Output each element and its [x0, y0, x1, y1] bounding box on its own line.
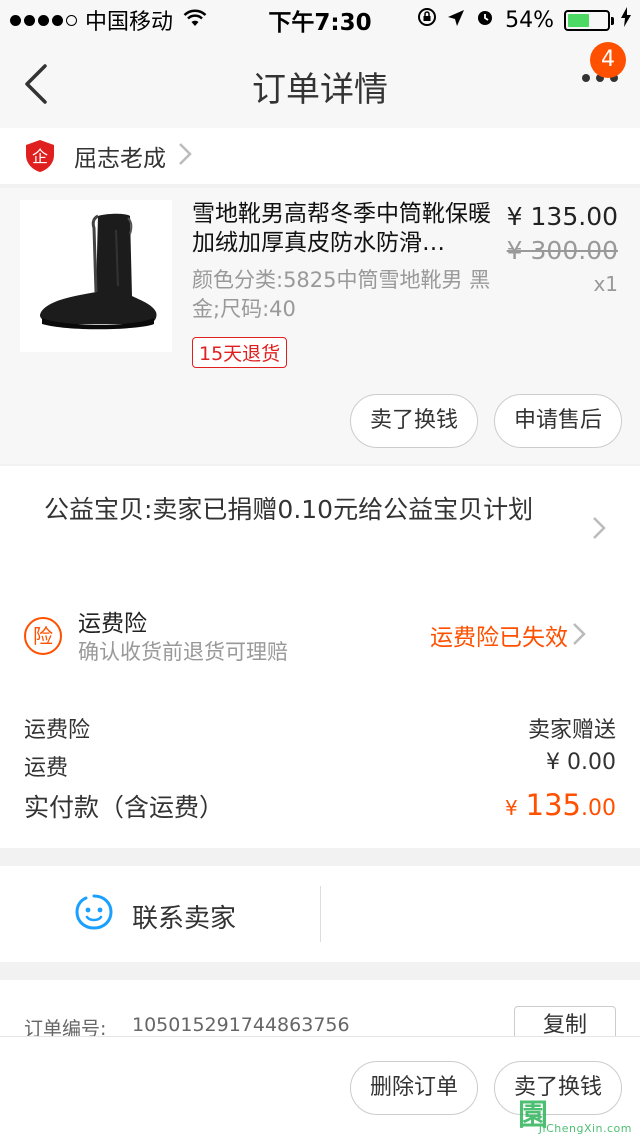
- more-dots-icon: [582, 74, 590, 82]
- location-icon: [447, 8, 465, 33]
- order-number: 105015291744863756: [132, 1014, 350, 1036]
- product-title[interactable]: 雪地靴男高帮冬季中筒靴保暖加绒加厚真皮防水防滑…: [192, 200, 492, 258]
- fee-summary: 运费险 卖家赠送 运费 ¥ 0.00 实付款（含运费） ¥ 135.00: [0, 686, 640, 848]
- divider: [320, 886, 321, 942]
- fee-value: 卖家赠送: [527, 718, 616, 743]
- svg-text:企: 企: [32, 147, 48, 166]
- fee-row-total: 实付款（含运费） ¥ 135.00: [24, 788, 616, 824]
- alarm-icon: [475, 7, 495, 33]
- contact-bar: 联系卖家: [0, 866, 640, 962]
- chevron-right-icon: [178, 142, 192, 170]
- sell-button[interactable]: 卖了换钱: [350, 394, 478, 448]
- status-bar: 中国移动 下午7:30 54%: [0, 0, 640, 40]
- fee-row-insurance: 运费险 卖家赠送: [24, 712, 616, 744]
- charity-text: 公益宝贝:卖家已捐赠0.10元给公益宝贝计划: [44, 495, 534, 524]
- product-price: ¥ 135.00: [506, 202, 618, 231]
- fee-row-shipping: 运费 ¥ 0.00: [24, 750, 616, 782]
- total-label: 实付款（含运费）: [24, 793, 225, 822]
- shop-row[interactable]: 企 屈志老成: [0, 128, 640, 184]
- return-policy-tag: 15天退货: [192, 337, 288, 368]
- page-title: 订单详情: [252, 70, 388, 110]
- fee-value: ¥ 0.00: [546, 750, 616, 775]
- battery-level: [568, 13, 589, 27]
- after-sale-button[interactable]: 申请售后: [494, 394, 622, 448]
- shop-name: 屈志老成: [74, 146, 166, 172]
- notification-badge: 4: [590, 42, 626, 78]
- nav-bar: 订单详情 4: [0, 40, 640, 128]
- product-sku: 颜色分类:5825中筒雪地靴男 黑金;尺码:40: [192, 268, 491, 321]
- product-card[interactable]: 雪地靴男高帮冬季中筒靴保暖加绒加厚真皮防水防滑… 颜色分类:5825中筒雪地靴男…: [0, 188, 640, 464]
- insurance-subtitle: 确认收货前退货可理赔: [78, 640, 288, 664]
- charging-icon: [620, 7, 632, 33]
- insurance-title: 运费险: [78, 611, 147, 637]
- insurance-status: 运费险已失效: [430, 625, 568, 651]
- order-info: 订单编号: 105015291744863756 复制: [0, 980, 640, 1046]
- contact-seller-button[interactable]: 联系卖家: [132, 898, 236, 935]
- total-amount: ¥ 135.00: [504, 788, 616, 822]
- shipping-insurance-row[interactable]: 险 运费险 确认收货前退货可理赔 运费险已失效: [0, 582, 640, 686]
- rotation-lock-icon: [417, 7, 437, 33]
- chat-smile-icon: [74, 892, 114, 936]
- site-watermark: 園 JiChengXin.com: [518, 1090, 636, 1135]
- chevron-right-icon: [592, 516, 606, 544]
- charity-row[interactable]: 公益宝贝:卖家已捐赠0.10元给公益宝贝计划: [0, 466, 640, 582]
- battery-percent: 54%: [505, 7, 554, 33]
- enterprise-shield-icon: 企: [24, 139, 56, 173]
- delete-order-button[interactable]: 删除订单: [350, 1061, 478, 1115]
- watermark-url: JiChengXin.com: [538, 1122, 632, 1135]
- chevron-right-icon: [572, 622, 586, 650]
- fee-label: 运费: [24, 756, 69, 781]
- product-image[interactable]: [20, 200, 172, 352]
- quantity: x1: [593, 272, 618, 296]
- original-price: ¥ 300.00: [506, 236, 618, 265]
- fee-label: 运费险: [24, 718, 91, 743]
- battery-icon: [564, 9, 614, 31]
- insurance-icon: 险: [24, 617, 62, 655]
